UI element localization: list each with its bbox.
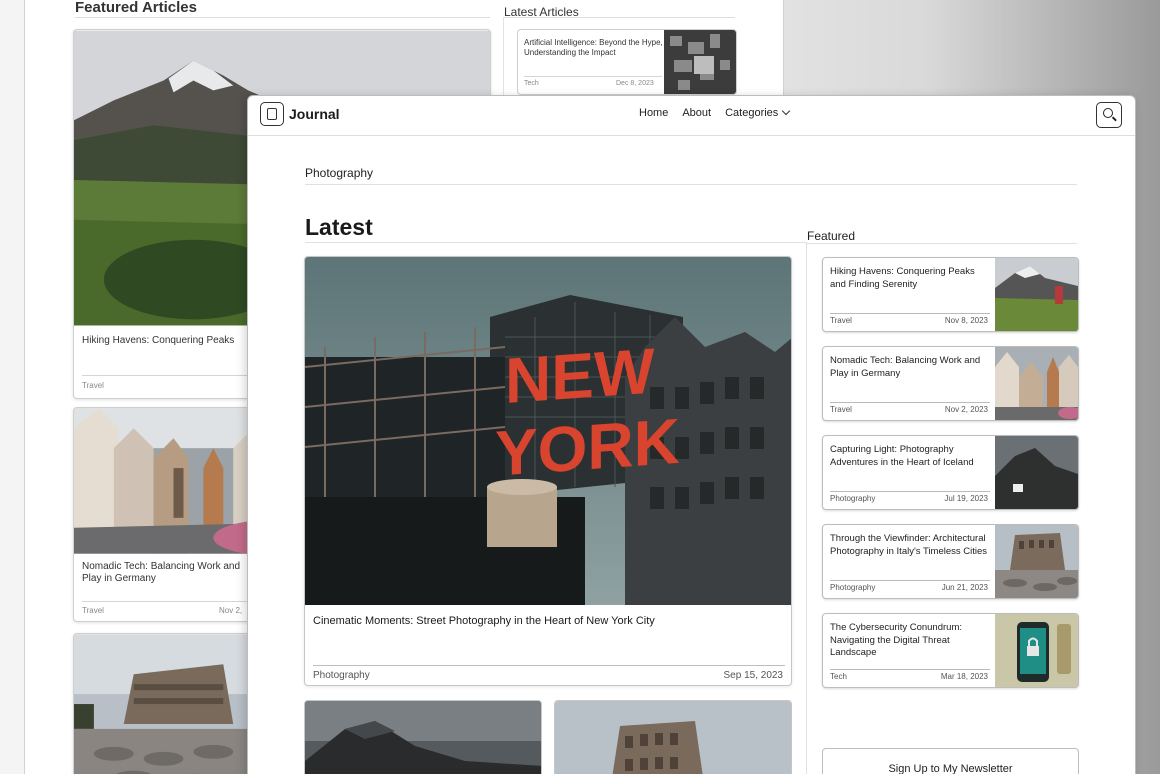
featured-item-divider bbox=[830, 402, 990, 403]
featured-item-title: Nomadic Tech: Balancing Work and Play in… bbox=[830, 355, 981, 379]
featured-item-category: Travel bbox=[830, 405, 852, 414]
bg-latest-category: Tech bbox=[524, 80, 539, 87]
hiking-thumbnail bbox=[995, 258, 1078, 331]
phone-lock-thumbnail bbox=[995, 614, 1078, 687]
hero-divider bbox=[313, 665, 785, 666]
chevron-down-icon bbox=[782, 106, 791, 116]
featured-item-category: Photography bbox=[830, 494, 876, 503]
journal-logo-icon[interactable] bbox=[260, 102, 284, 126]
featured-item[interactable]: The Cybersecurity Conundrum: Navigating … bbox=[822, 613, 1079, 688]
latest-heading: Latest bbox=[305, 214, 373, 240]
article-card[interactable] bbox=[304, 700, 542, 774]
latest-divider bbox=[305, 242, 807, 243]
hero-sign-line-1: NEW bbox=[505, 335, 655, 417]
featured-item-title: Capturing Light: Photography Adventures … bbox=[830, 444, 974, 468]
featured-item-divider bbox=[830, 669, 990, 670]
featured-item-date: Jul 19, 2023 bbox=[944, 494, 988, 503]
bg-featured-heading: Featured Articles bbox=[75, 0, 197, 16]
bg-divider bbox=[75, 17, 490, 18]
bg-latest-divider-line bbox=[524, 76, 662, 77]
journal-window: Journal Home About Categories Photograph… bbox=[247, 95, 1136, 774]
hero-article-card[interactable]: NEW YORK Cinematic Moments: Street Photo… bbox=[304, 256, 792, 686]
colosseum-thumbnail bbox=[995, 525, 1078, 598]
site-logo-text[interactable]: Journal bbox=[289, 106, 340, 122]
featured-item-category: Tech bbox=[830, 672, 847, 681]
top-navigation: Journal Home About Categories bbox=[248, 96, 1135, 136]
featured-item[interactable]: Capturing Light: Photography Adventures … bbox=[822, 435, 1079, 510]
column-divider bbox=[806, 242, 807, 774]
featured-item-divider bbox=[830, 491, 990, 492]
hero-article-category[interactable]: Photography bbox=[313, 670, 370, 681]
hero-sign-line-2: YORK bbox=[495, 405, 680, 490]
featured-heading: Featured bbox=[807, 229, 856, 243]
hero-article-date: Sep 15, 2023 bbox=[723, 670, 784, 681]
article-card[interactable] bbox=[554, 700, 792, 774]
breadcrumb-divider bbox=[305, 184, 1077, 185]
bg-article-category: Travel bbox=[82, 606, 104, 615]
category-breadcrumb[interactable]: Photography bbox=[305, 166, 373, 180]
bg-latest-item[interactable]: Artificial Intelligence: Beyond the Hype… bbox=[517, 29, 737, 95]
featured-item-divider bbox=[830, 313, 990, 314]
newsletter-label: Sign Up to My Newsletter bbox=[888, 763, 1013, 774]
featured-item-title: Through the Viewfinder: Architectural Ph… bbox=[830, 533, 988, 557]
search-button[interactable] bbox=[1096, 102, 1122, 128]
iceland-mountain-photo bbox=[305, 701, 541, 774]
featured-item-divider bbox=[830, 580, 990, 581]
featured-item-title: The Cybersecurity Conundrum: Navigating … bbox=[830, 622, 962, 658]
featured-divider bbox=[807, 243, 1077, 244]
new-york-photo: NEW YORK bbox=[305, 257, 791, 605]
nav-categories-label: Categories bbox=[725, 107, 779, 119]
featured-item-date: Nov 8, 2023 bbox=[944, 316, 988, 325]
bg-latest-title: Artificial Intelligence: Beyond the Hype… bbox=[524, 38, 663, 57]
nav-categories-dropdown[interactable]: Categories bbox=[725, 106, 791, 119]
colosseum-photo bbox=[555, 701, 791, 774]
featured-item[interactable]: Nomadic Tech: Balancing Work and Play in… bbox=[822, 346, 1079, 421]
nav-about-link[interactable]: About bbox=[682, 107, 711, 119]
nav-links: Home About Categories bbox=[639, 106, 791, 119]
bg-article-category: Travel bbox=[82, 381, 104, 390]
bg-article-title: Hiking Havens: Conquering Peaks bbox=[82, 335, 235, 346]
hero-article-title[interactable]: Cinematic Moments: Street Photography in… bbox=[313, 615, 655, 627]
featured-item[interactable]: Through the Viewfinder: Architectural Ph… bbox=[822, 524, 1079, 599]
featured-item-category: Travel bbox=[830, 316, 852, 325]
iceland-thumbnail bbox=[995, 436, 1078, 509]
bg-latest-divider bbox=[504, 17, 735, 18]
bg-latest-date: Dec 8, 2023 bbox=[616, 80, 654, 87]
bg-article-title: Nomadic Tech: Balancing Work and Play in… bbox=[82, 561, 241, 584]
nav-home-link[interactable]: Home bbox=[639, 107, 668, 119]
featured-item-date: Jun 21, 2023 bbox=[941, 583, 988, 592]
featured-item-category: Photography bbox=[830, 583, 876, 592]
circuit-thumbnail bbox=[664, 30, 736, 94]
featured-item[interactable]: Hiking Havens: Conquering Peaks and Find… bbox=[822, 257, 1079, 332]
newsletter-signup-button[interactable]: Sign Up to My Newsletter bbox=[822, 748, 1079, 774]
featured-item-date: Nov 2, 2023 bbox=[944, 405, 988, 414]
featured-item-title: Hiking Havens: Conquering Peaks and Find… bbox=[830, 266, 975, 290]
bg-article-date: Nov 2, bbox=[219, 606, 243, 615]
village-thumbnail bbox=[995, 347, 1078, 420]
featured-item-date: Mar 18, 2023 bbox=[940, 672, 988, 681]
